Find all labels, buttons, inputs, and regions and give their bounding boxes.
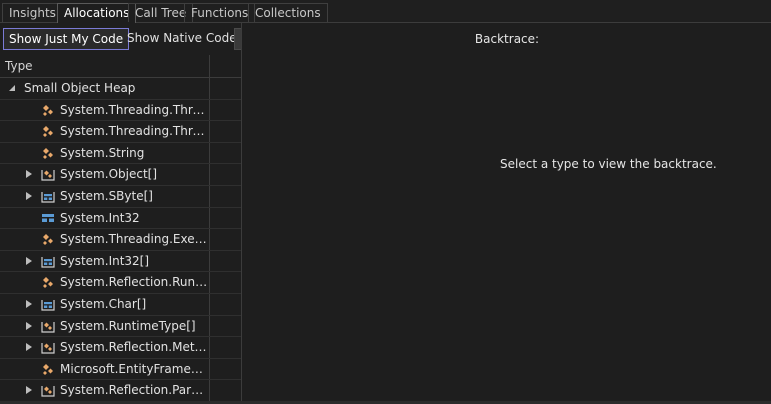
expand-arrow-icon[interactable]: [26, 191, 32, 200]
type-name: System.Object[]: [60, 167, 158, 182]
table-row[interactable]: System.Object[]: [0, 164, 241, 186]
table-row[interactable]: System.Threading.Executi...: [0, 229, 241, 251]
struct-array-icon: [41, 254, 55, 268]
cell-divider: [209, 142, 210, 164]
table-row[interactable]: System.Reflection.Parame...: [0, 380, 241, 402]
table-row[interactable]: System.Reflection.Metho...: [0, 337, 241, 359]
show-native-code-button[interactable]: Show Native Code: [122, 28, 241, 50]
type-name: System.Reflection.Parame...: [60, 383, 208, 398]
type-name: System.Reflection.Runtim...: [60, 275, 208, 290]
cell-divider: [209, 185, 210, 207]
allocations-pane: Show Just My Code Show Native Code Type …: [0, 23, 242, 404]
expand-arrow-icon[interactable]: [26, 386, 32, 395]
table-row[interactable]: Microsoft.EntityFramewor...: [0, 358, 241, 381]
table-row[interactable]: System.RuntimeType[]: [0, 315, 241, 338]
cell-divider: [209, 99, 210, 121]
backtrace-empty-message: Select a type to view the backtrace.: [500, 157, 717, 171]
class-array-icon: [41, 383, 55, 397]
class-icon: [41, 103, 55, 117]
group-label: Small Object Heap: [24, 81, 136, 95]
tab-bar: Insights Allocations Call Tree Functions…: [0, 0, 771, 23]
backtrace-title: Backtrace:: [474, 32, 540, 46]
tab-functions[interactable]: Functions: [184, 3, 256, 22]
cell-divider: [209, 250, 210, 272]
type-name: System.String: [60, 145, 145, 160]
grid-header: Type: [0, 55, 241, 78]
cell-divider: [209, 229, 210, 250]
struct-array-icon: [41, 297, 55, 311]
show-just-my-code-button[interactable]: Show Just My Code: [3, 28, 130, 50]
cell-divider: [209, 207, 210, 229]
table-row[interactable]: System.Reflection.Runtim...: [0, 272, 241, 294]
class-icon: [41, 362, 55, 376]
expand-arrow-icon[interactable]: [26, 256, 32, 265]
type-name: System.Int32: [60, 210, 140, 225]
table-row[interactable]: System.String: [0, 142, 241, 165]
table-row[interactable]: System.Char[]: [0, 293, 241, 316]
table-row[interactable]: System.Int32[]: [0, 250, 241, 273]
class-array-icon: [41, 319, 55, 333]
type-name: System.Int32[]: [60, 253, 150, 268]
cell-divider: [209, 78, 210, 99]
class-icon: [41, 232, 55, 246]
cell-divider: [209, 380, 210, 401]
struct-icon: [41, 211, 55, 225]
class-array-icon: [41, 340, 55, 354]
struct-array-icon: [41, 189, 55, 203]
type-name: System.Threading.Thread....: [60, 124, 208, 139]
collapse-arrow-icon[interactable]: [9, 85, 15, 91]
type-name: System.Threading.Executi...: [60, 232, 208, 247]
class-icon: [41, 146, 55, 160]
cell-divider: [209, 358, 210, 380]
cell-divider: [209, 164, 210, 185]
expand-arrow-icon[interactable]: [26, 343, 32, 352]
expand-arrow-icon[interactable]: [26, 170, 32, 179]
tab-allocations[interactable]: Allocations: [57, 3, 137, 23]
cell-divider: [209, 337, 210, 358]
column-divider[interactable]: [209, 55, 210, 78]
tab-collections[interactable]: Collections: [248, 3, 328, 22]
table-row[interactable]: System.Threading.Thread....: [0, 121, 241, 143]
class-icon: [41, 275, 55, 289]
type-name: System.RuntimeType[]: [60, 318, 196, 333]
expand-arrow-icon[interactable]: [26, 321, 32, 330]
group-row-small-object-heap[interactable]: Small Object Heap: [0, 78, 241, 100]
type-name: System.Char[]: [60, 296, 147, 311]
cell-divider: [209, 293, 210, 315]
table-row[interactable]: System.SByte[]: [0, 185, 241, 208]
cell-divider: [209, 121, 210, 142]
tab-insights[interactable]: Insights: [2, 3, 63, 22]
table-row[interactable]: System.Threading.Thread: [0, 99, 241, 122]
cell-divider: [209, 315, 210, 337]
table-row[interactable]: System.Int32: [0, 207, 241, 230]
type-list: Small Object Heap System.Threading.Threa…: [0, 78, 241, 402]
class-array-icon: [41, 167, 55, 181]
column-header-type[interactable]: Type: [5, 59, 33, 73]
type-name: System.SByte[]: [60, 188, 153, 203]
toolbar-overflow-button[interactable]: [234, 28, 241, 50]
type-name: Microsoft.EntityFramewor...: [60, 361, 208, 376]
type-name: System.Reflection.Metho...: [60, 340, 208, 355]
expand-arrow-icon[interactable]: [26, 299, 32, 308]
class-icon: [41, 124, 55, 138]
backtrace-pane: Backtrace: Select a type to view the bac…: [243, 23, 771, 404]
cell-divider: [209, 272, 210, 293]
type-name: System.Threading.Thread: [60, 102, 208, 117]
